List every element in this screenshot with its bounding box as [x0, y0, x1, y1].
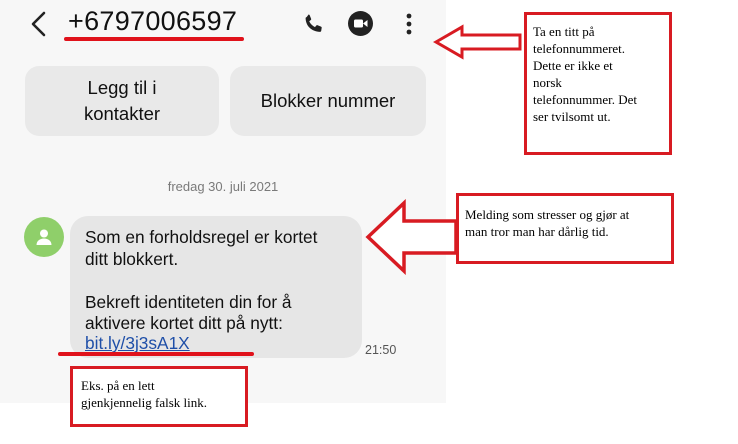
- message-annotation: Melding som stresser og gjør at man tror…: [456, 193, 674, 264]
- message-text: Som en forholdsregel er kortet ditt blok…: [85, 227, 318, 333]
- sender-avatar-icon[interactable]: [24, 217, 64, 257]
- sender-phone-number: +6797006597: [68, 6, 238, 36]
- person-icon: [36, 229, 52, 245]
- block-number-button[interactable]: Blokker nummer: [230, 66, 426, 136]
- phone-call-icon[interactable]: [302, 12, 326, 36]
- video-call-icon[interactable]: [348, 11, 373, 36]
- phone-number-annotation: Ta en titt på telefonnummeret. Dette er …: [524, 12, 672, 155]
- conversation-header: +6797006597: [0, 0, 446, 52]
- link-annotation: Eks. på en lett gjenkjennelig falsk link…: [70, 366, 248, 427]
- phone-number-arrow-annotation: [432, 24, 522, 60]
- number-underline-annotation: [64, 37, 244, 41]
- message-link[interactable]: bit.ly/3j3sA1X: [85, 333, 190, 354]
- link-underline-annotation: [58, 352, 254, 356]
- contact-actions: Legg til i kontakter Blokker nummer: [0, 66, 446, 136]
- conversation-date: fredag 30. juli 2021: [167, 179, 279, 194]
- message-time: 21:50: [365, 343, 397, 357]
- back-arrow-icon[interactable]: [26, 8, 54, 40]
- more-options-icon[interactable]: [403, 12, 415, 36]
- add-to-contacts-button[interactable]: Legg til i kontakter: [25, 66, 219, 136]
- message-arrow-annotation: [365, 199, 458, 275]
